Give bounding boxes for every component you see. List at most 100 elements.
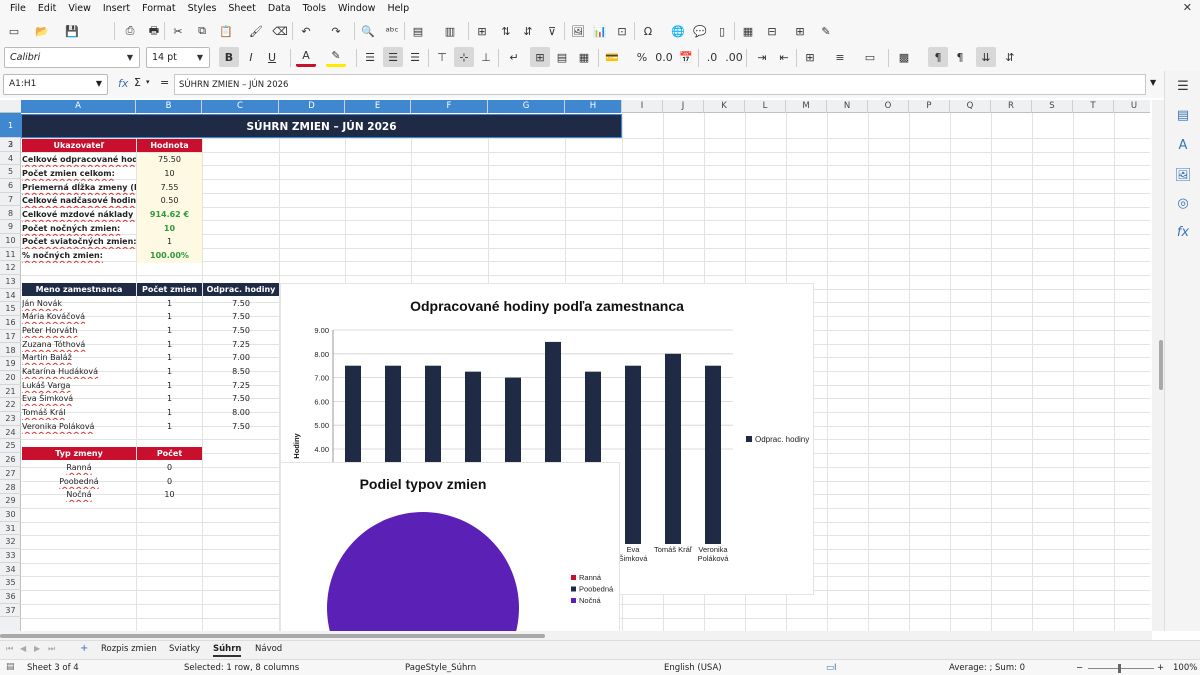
number-format-icon[interactable]: 0.0 bbox=[654, 47, 674, 67]
merge-cells-icon[interactable]: ▤ bbox=[552, 47, 572, 67]
row-header[interactable]: 24 bbox=[0, 426, 21, 440]
align-right-icon[interactable]: ☰ bbox=[405, 47, 425, 67]
paste-icon[interactable]: 📋 bbox=[216, 21, 236, 41]
column-header[interactable]: R bbox=[991, 100, 1032, 113]
clear-formatting-icon[interactable]: ⌫ bbox=[270, 21, 290, 41]
row-header[interactable]: 15 bbox=[0, 302, 21, 317]
row-header[interactable]: 11 bbox=[0, 248, 21, 262]
increase-indent-icon[interactable]: ⇥ bbox=[752, 47, 772, 67]
employee-hours[interactable]: 7.50 bbox=[203, 392, 279, 406]
column-header[interactable]: N bbox=[827, 100, 868, 113]
add-sheet-icon[interactable]: + bbox=[80, 643, 88, 654]
insert-chart-icon[interactable]: 📊 bbox=[590, 21, 610, 41]
employee-name[interactable]: Lukáš Varga bbox=[22, 379, 136, 393]
summary-value[interactable]: 10 bbox=[137, 222, 202, 236]
comment-icon[interactable]: 💬 bbox=[690, 21, 710, 41]
shift-type-count[interactable]: 10 bbox=[137, 488, 202, 502]
summary-value[interactable]: 0.50 bbox=[137, 194, 202, 208]
employee-header-shifts[interactable]: Počet zmien bbox=[137, 283, 202, 296]
styles-icon[interactable]: A bbox=[1173, 135, 1193, 155]
type-header-count[interactable]: Počet bbox=[137, 447, 202, 460]
row-header[interactable]: 37 bbox=[0, 604, 21, 618]
row-header[interactable]: 9 bbox=[0, 220, 21, 234]
print-icon[interactable]: 🖶 bbox=[144, 21, 164, 41]
employee-header-hours[interactable]: Odprac. hodiny bbox=[203, 283, 279, 296]
tab-last-icon[interactable]: ⏭ bbox=[48, 644, 55, 654]
menu-view[interactable]: View bbox=[62, 3, 97, 14]
bar[interactable] bbox=[625, 365, 641, 544]
tab-prev-icon[interactable]: ◀ bbox=[20, 644, 26, 653]
tab-sviatky[interactable]: Sviatky bbox=[169, 644, 200, 654]
gallery-icon[interactable]: 🖼 bbox=[1173, 165, 1193, 185]
formula-input[interactable]: SÚHRN ZMIEN – JÚN 2026 bbox=[174, 74, 1146, 95]
formula-icon[interactable]: = bbox=[160, 76, 169, 89]
expand-formula-icon[interactable]: ▼ bbox=[1150, 78, 1156, 87]
row-header[interactable]: 1 bbox=[0, 113, 21, 138]
menu-file[interactable]: File bbox=[4, 3, 32, 14]
sum-icon[interactable]: Σ bbox=[134, 76, 141, 89]
status-page-style[interactable]: PageStyle_Súhrn bbox=[405, 663, 476, 673]
split-window-icon[interactable]: ⊞ bbox=[790, 21, 810, 41]
employee-hours[interactable]: 7.50 bbox=[203, 297, 279, 311]
align-top-icon[interactable]: ⊤ bbox=[432, 47, 452, 67]
menu-icon[interactable]: ☰ bbox=[1173, 76, 1193, 96]
summary-label[interactable]: Celkové nadčasové hodiny: bbox=[22, 194, 136, 208]
row-header[interactable]: 5 bbox=[0, 165, 21, 180]
row-header[interactable]: 21 bbox=[0, 385, 21, 399]
employee-hours[interactable]: 7.25 bbox=[203, 338, 279, 352]
summary-header-value[interactable]: Hodnota bbox=[137, 139, 202, 152]
employee-hours[interactable]: 7.50 bbox=[203, 324, 279, 338]
redo-icon[interactable]: ↷ bbox=[326, 21, 346, 41]
summary-label[interactable]: Celkové odpracované hodiny: bbox=[22, 153, 136, 167]
percent-format-icon[interactable]: % bbox=[632, 47, 652, 67]
column-header[interactable]: P bbox=[909, 100, 950, 113]
cut-icon[interactable]: ✂ bbox=[168, 21, 188, 41]
employee-name[interactable]: Martin Baláž bbox=[22, 351, 136, 365]
add-decimal-icon[interactable]: .0 bbox=[702, 47, 722, 67]
summary-label[interactable]: Celkové mzdové náklady (€): bbox=[22, 208, 136, 222]
menu-data[interactable]: Data bbox=[262, 3, 297, 14]
conditional-format-icon[interactable]: ▩ bbox=[894, 47, 914, 67]
row-header[interactable]: 27 bbox=[0, 467, 21, 481]
column-header[interactable]: U bbox=[1114, 100, 1150, 113]
navigator-icon[interactable]: ◎ bbox=[1173, 193, 1193, 213]
italic-icon[interactable]: I bbox=[241, 47, 261, 67]
name-box[interactable]: A1:H1 ▼ bbox=[3, 74, 108, 95]
column-header[interactable]: H bbox=[565, 100, 622, 113]
row-header[interactable]: 4 bbox=[0, 152, 21, 166]
summary-label[interactable]: Počet sviatočných zmien: bbox=[22, 235, 136, 249]
status-aggregate[interactable]: Average: ; Sum: 0 bbox=[949, 663, 1025, 673]
horizontal-scroll-thumb[interactable] bbox=[0, 634, 545, 638]
copy-icon[interactable]: ⧉ bbox=[192, 21, 212, 41]
row-header[interactable]: 14 bbox=[0, 289, 21, 303]
employee-shifts[interactable]: 1 bbox=[137, 379, 202, 393]
row-header[interactable]: 7 bbox=[0, 193, 21, 207]
column-header[interactable]: C bbox=[202, 100, 279, 113]
bar[interactable] bbox=[665, 353, 681, 544]
text-direction-rtl-icon[interactable]: ¶ bbox=[950, 47, 970, 67]
summary-header-label[interactable]: Ukazovateľ bbox=[22, 139, 136, 152]
border-style-icon[interactable]: ≡ bbox=[830, 47, 850, 67]
row-header[interactable]: 34 bbox=[0, 563, 21, 577]
row-header[interactable]: 3 bbox=[0, 138, 21, 152]
clone-formatting-icon[interactable]: 🖌 bbox=[246, 21, 266, 41]
tab-next-icon[interactable]: ▶ bbox=[34, 644, 40, 653]
column-header[interactable]: I bbox=[622, 100, 663, 113]
tab-navod[interactable]: Návod bbox=[255, 644, 282, 654]
row-header[interactable]: 29 bbox=[0, 494, 21, 508]
row-header[interactable]: 19 bbox=[0, 357, 21, 371]
row-header[interactable]: 35 bbox=[0, 576, 21, 591]
menu-help[interactable]: Help bbox=[381, 3, 415, 14]
employee-shifts[interactable]: 1 bbox=[137, 420, 202, 434]
tab-suhrn[interactable]: Súhrn bbox=[213, 644, 242, 657]
zoom-slider[interactable] bbox=[1088, 668, 1154, 669]
shift-type[interactable]: Ranná bbox=[22, 461, 136, 475]
wrap-text-icon[interactable]: ↵ bbox=[504, 47, 524, 67]
employee-name[interactable]: Katarína Hudáková bbox=[22, 365, 136, 379]
chevron-down-icon[interactable]: ▼ bbox=[96, 79, 102, 88]
row-header[interactable]: 26 bbox=[0, 453, 21, 467]
row-header[interactable]: 33 bbox=[0, 549, 21, 563]
summary-value[interactable]: 10 bbox=[137, 167, 202, 181]
zoom-out-icon[interactable]: − bbox=[1076, 663, 1083, 673]
font-name-box[interactable]: Calibri ▼ bbox=[4, 47, 140, 68]
